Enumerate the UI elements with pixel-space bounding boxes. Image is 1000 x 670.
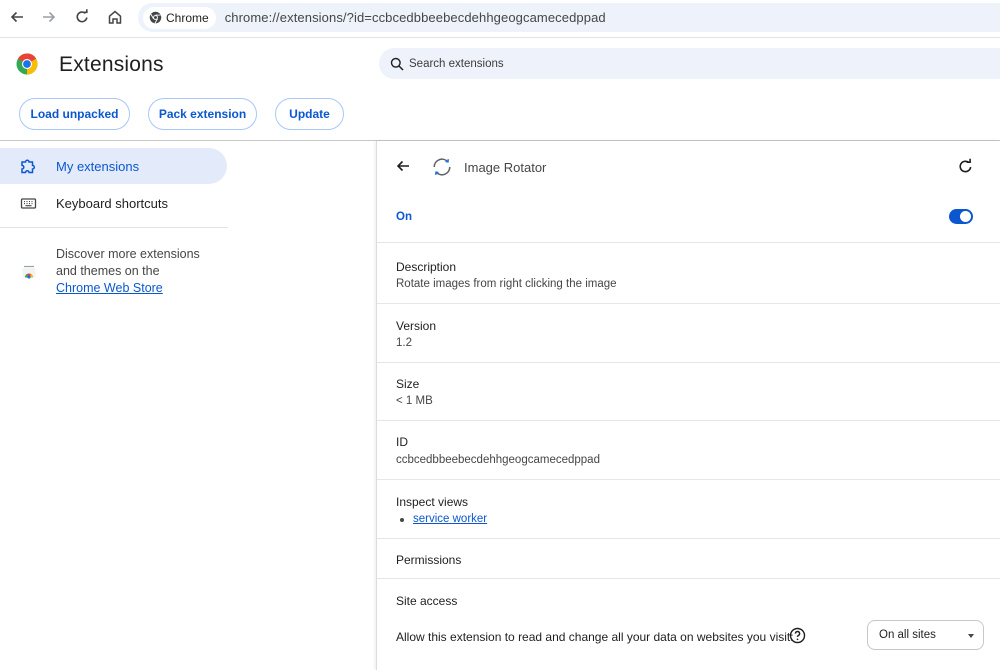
chrome-icon [149,11,162,24]
id-label: ID [396,435,408,449]
chrome-logo-icon [16,53,38,75]
description-row: Description Rotate images from right cli… [377,242,1000,303]
version-label: Version [396,319,437,333]
page-title: Extensions [59,53,164,76]
url-text[interactable]: chrome://extensions/?id=ccbcedbbeebecdeh… [225,10,606,25]
size-label: Size [396,377,420,391]
omnibox[interactable]: Chrome chrome://extensions/?id=ccbcedbbe… [138,3,1000,32]
forward-icon[interactable] [35,3,63,31]
bullet [400,518,404,522]
update-button[interactable]: Update [275,98,344,130]
inspect-views-row: Inspect views service worker [377,479,1000,538]
pack-extension-button[interactable]: Pack extension [148,98,257,130]
description-value: Rotate images from right clicking the im… [396,278,617,290]
search-bar[interactable] [379,48,1000,79]
image-rotator-icon [433,158,451,176]
toolbar-divider [0,37,1000,38]
detail-header: Image Rotator [377,141,1000,193]
enable-toggle[interactable] [949,209,973,224]
sidebar-item-keyboard-shortcuts[interactable]: Keyboard shortcuts [0,185,227,221]
version-row: Version 1.2 [377,303,1000,362]
site-chip[interactable]: Chrome [143,6,216,29]
version-value: 1.2 [396,337,412,349]
id-row: ID ccbcedbbeebecdehhgeogcamecedppad [377,420,1000,479]
sidebar-item-label: Keyboard shortcuts [56,195,169,211]
discover-text: Discover more extensions and themes on t… [56,246,216,297]
browser-toolbar: Chrome chrome://extensions/?id=ccbcedbbe… [0,0,1000,36]
sidebar-item-label: My extensions [56,158,140,174]
back-arrow-icon[interactable] [394,157,412,175]
back-icon[interactable] [3,3,31,31]
sidebar-item-my-extensions[interactable]: My extensions [0,148,227,184]
site-access-label: Site access [396,594,458,608]
help-icon[interactable] [789,627,806,644]
load-unpacked-button[interactable]: Load unpacked [19,98,130,130]
extension-name: Image Rotator [464,160,547,175]
site-chip-label: Chrome [166,10,209,25]
puzzle-icon [21,159,36,174]
description-label: Description [396,260,457,274]
search-icon [390,57,404,71]
inspect-views-label: Inspect views [396,495,469,509]
keyboard-icon [20,198,37,209]
enabled-label: On [396,211,412,223]
web-store-icon [22,265,36,279]
site-access-select[interactable]: On all sites [867,620,984,650]
discover-line-1: Discover more extensions [56,247,200,261]
id-value: ccbcedbbeebecdehhgeogcamecedppad [396,454,600,466]
chevron-down-icon [968,634,974,638]
site-access-selected: On all sites [879,629,936,641]
extension-detail-card: Image Rotator On Description Rotate imag… [376,141,1000,670]
permissions-row: Permissions [377,538,1000,578]
chrome-web-store-link[interactable]: Chrome Web Store [56,281,163,295]
size-value: < 1 MB [396,395,433,407]
site-access-description: Allow this extension to read and change … [396,630,794,644]
service-worker-link[interactable]: service worker [413,513,487,525]
sidebar-divider [0,227,228,228]
discover-line-2: and themes on the [56,264,160,278]
reload-extension-icon[interactable] [957,158,974,175]
permissions-label: Permissions [396,553,462,567]
search-input[interactable] [409,57,809,70]
home-icon[interactable] [101,3,129,31]
size-row: Size < 1 MB [377,362,1000,420]
reload-icon[interactable] [68,3,96,31]
